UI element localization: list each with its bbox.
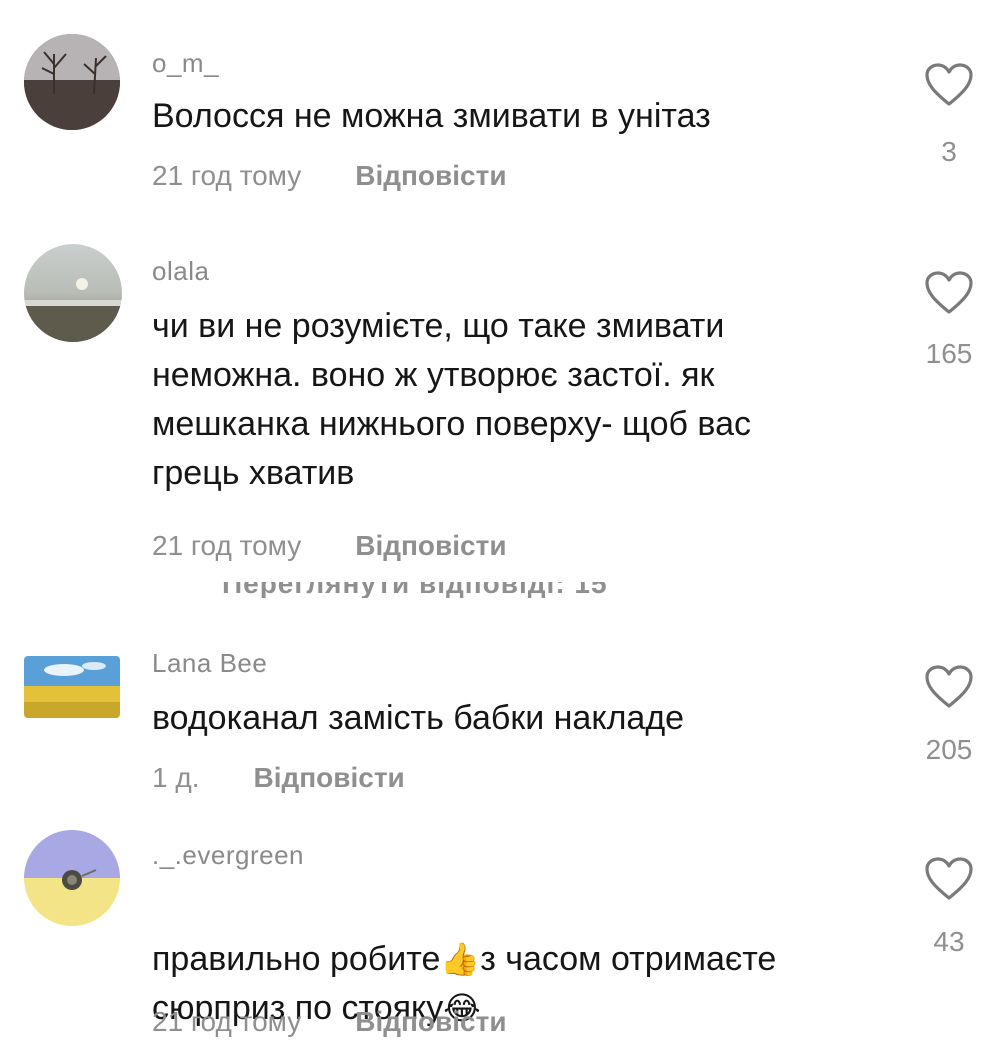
- like-control: 43: [920, 856, 978, 958]
- like-count: 3: [941, 136, 957, 167]
- like-count: 205: [925, 734, 973, 765]
- view-replies-button[interactable]: Переглянути відповіді: 15: [222, 582, 608, 598]
- user-avatar[interactable]: [24, 34, 120, 130]
- comment-username[interactable]: o_m_: [152, 48, 219, 79]
- like-control: 165: [920, 270, 978, 370]
- comment-text: чи ви не розумієте, що таке змивати немо…: [152, 307, 751, 492]
- comment-text-part: правильно робите: [152, 940, 441, 978]
- comment-timestamp: 21 год тому: [152, 530, 302, 561]
- avatar-image: [24, 656, 120, 718]
- avatar-image: [24, 34, 120, 130]
- comment-text: водоканал замість бабки накладе: [152, 699, 685, 737]
- reply-button[interactable]: Відповісти: [355, 1006, 506, 1038]
- heart-icon[interactable]: [924, 856, 974, 902]
- comment-username[interactable]: ._.evergreen: [152, 840, 304, 871]
- user-avatar[interactable]: [24, 244, 122, 342]
- comment-timestamp: 21 год тому: [152, 160, 302, 191]
- comment-text-part: з часом отримаєте: [480, 940, 777, 978]
- comment-meta: 1 д. Відповісти: [152, 762, 405, 794]
- like-count: 165: [925, 338, 973, 369]
- comment-username[interactable]: olala: [152, 256, 209, 287]
- avatar-image: [24, 244, 122, 342]
- comment-username[interactable]: Lana Bee: [152, 648, 267, 679]
- user-avatar[interactable]: [24, 830, 120, 926]
- heart-icon[interactable]: [924, 270, 974, 316]
- thumbs-up-icon: 👍: [440, 941, 481, 977]
- avatar-image: [24, 830, 120, 926]
- like-control: 3: [920, 62, 978, 168]
- heart-icon[interactable]: [924, 664, 974, 710]
- reply-button[interactable]: Відповісти: [355, 530, 506, 562]
- like-control: 205: [920, 664, 978, 766]
- reply-button[interactable]: Відповісти: [355, 160, 506, 192]
- comment-meta: 21 год тому Відповісти: [152, 530, 507, 562]
- comment-timestamp: 21 год тому: [152, 1006, 302, 1037]
- comment-meta: 21 год тому Відповісти: [152, 160, 507, 192]
- like-count: 43: [933, 926, 965, 957]
- comment-text: Волосся не можна змивати в унітаз: [152, 97, 711, 135]
- heart-icon[interactable]: [924, 62, 974, 108]
- reply-button[interactable]: Відповісти: [253, 762, 404, 794]
- user-avatar[interactable]: [24, 656, 120, 718]
- comment-timestamp: 1 д.: [152, 762, 200, 793]
- comment-meta: 21 год тому Відповісти: [152, 1006, 507, 1038]
- view-replies-row: Переглянути відповіді: 15: [0, 582, 1000, 598]
